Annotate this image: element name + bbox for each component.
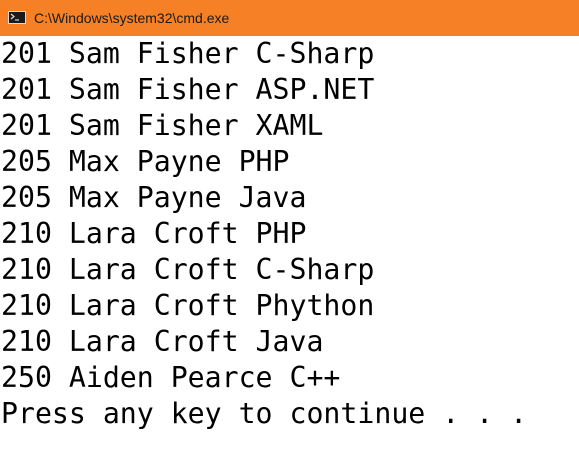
console-line: 210 Lara Croft Phython	[1, 289, 375, 322]
console-line: 201 Sam Fisher XAML	[1, 109, 324, 142]
console-line: 201 Sam Fisher ASP.NET	[1, 73, 375, 106]
console-line: 210 Lara Croft Java	[1, 325, 324, 358]
console-line: 205 Max Payne Java	[1, 181, 307, 214]
console-output[interactable]: 201 Sam Fisher C-Sharp 201 Sam Fisher AS…	[0, 36, 579, 451]
console-icon	[8, 11, 26, 24]
cmd-window: C:\Windows\system32\cmd.exe 201 Sam Fish…	[0, 0, 579, 451]
console-line: 205 Max Payne PHP	[1, 145, 290, 178]
title-bar[interactable]: C:\Windows\system32\cmd.exe	[0, 0, 579, 36]
window-title: C:\Windows\system32\cmd.exe	[34, 10, 230, 26]
console-line: 201 Sam Fisher C-Sharp	[1, 37, 375, 70]
console-line: 210 Lara Croft C-Sharp	[1, 253, 375, 286]
console-line: 250 Aiden Pearce C++	[1, 361, 341, 394]
continue-prompt: Press any key to continue . . .	[1, 397, 528, 430]
console-line: 210 Lara Croft PHP	[1, 217, 307, 250]
